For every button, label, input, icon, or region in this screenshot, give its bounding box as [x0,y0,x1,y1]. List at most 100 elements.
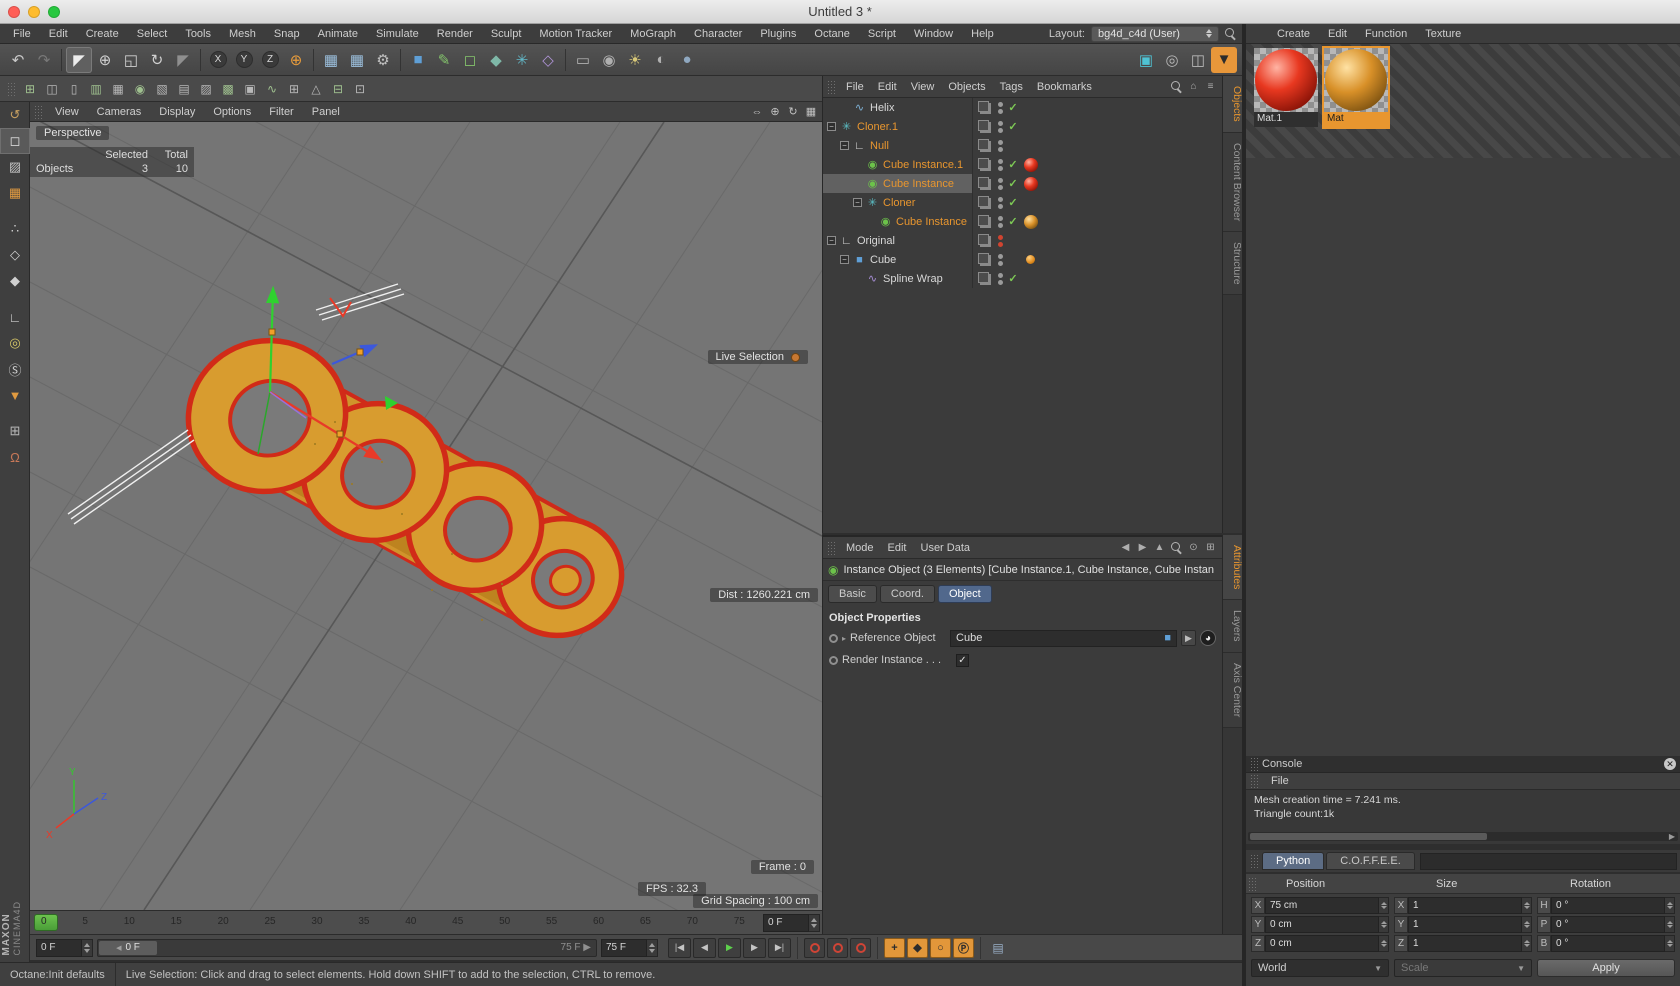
side-tab-axis-center[interactable]: Axis Center [1223,652,1243,729]
menu-simulate[interactable]: Simulate [367,28,428,40]
script-tab-python[interactable]: Python [1262,852,1325,870]
om-menu-bookmarks[interactable]: Bookmarks [1030,81,1099,93]
stepper[interactable] [1665,897,1675,914]
material-thumb[interactable] [1024,214,1038,229]
viewport-menu-options[interactable]: Options [204,106,260,118]
material-menu-edit[interactable]: Edit [1319,28,1356,40]
visibility-dots[interactable] [995,158,1005,171]
metaball-tool-icon[interactable]: ◉ [129,78,151,100]
layer-icon[interactable] [978,158,989,169]
coordinate-space-dropdown[interactable]: World ▼ [1251,959,1389,977]
current-frame-field[interactable]: 0 F [36,938,93,957]
material-menu-create[interactable]: Create [1268,28,1319,40]
weight-tool-icon[interactable]: △ [305,78,327,100]
history-back-icon[interactable]: ◀ [1117,540,1134,556]
new-panel-icon[interactable]: ⊞ [1202,540,1219,556]
lock-z-axis-icon[interactable]: Z [257,47,283,73]
lock-icon[interactable]: ⊙ [1185,540,1202,556]
save-scene-icon[interactable]: ▼ [1211,46,1237,73]
next-frame-button[interactable]: ▶ [743,937,766,958]
console-scrollbar[interactable]: ▶ [1248,832,1678,841]
material-preview[interactable] [1324,48,1388,112]
visibility-dots[interactable] [995,101,1005,114]
bezier-nurbs-icon[interactable]: ▣ [239,78,261,100]
viewport-menu-panel[interactable]: Panel [303,106,349,118]
coordinate-field[interactable]: 1 [1408,897,1522,914]
autokeying-button[interactable]: ◆ [907,937,928,958]
deformer-icon[interactable]: ◇ [535,47,561,73]
material-manager[interactable]: Mat.1 Mat [1246,44,1680,158]
scale-icon[interactable]: ◱ [118,47,144,73]
om-menu-view[interactable]: View [904,81,942,93]
visibility-dots[interactable] [995,139,1005,152]
current-frame-value[interactable]: 0 F [36,938,82,957]
interactive-render-region-icon[interactable]: ▣ [1133,47,1159,73]
reference-object-field[interactable]: Cube ■ [950,629,1177,647]
workplane-lock-icon[interactable]: ⊞ [0,418,30,444]
points-mode-icon[interactable]: ∴ [0,216,30,242]
material-menu-texture[interactable]: Texture [1416,28,1470,40]
timeline-ruler[interactable]: 0 5 10 15 20 25 30 35 40 45 50 55 60 65 70 75 0 F [30,910,822,934]
keyframe-dot-icon[interactable] [829,655,838,665]
script-tab-c-o-f-f-e-e[interactable]: C.O.F.F.E.E. [1326,852,1415,870]
panel-grip[interactable] [827,79,835,94]
viewport-menu-filter[interactable]: Filter [260,106,302,118]
coordinate-field[interactable]: 1 [1408,916,1522,933]
sky-icon[interactable]: ◐ [648,47,674,73]
object-row-cube-instance[interactable]: −◉Cube Instance✓ [823,174,1222,193]
stepper[interactable] [1665,935,1675,952]
snapshot-icon[interactable]: ◎ [1159,47,1185,73]
menu-character[interactable]: Character [685,28,751,40]
keyframe-dot-icon[interactable] [829,633,838,643]
visibility-dots[interactable] [995,234,1005,247]
viewport-menu-cameras[interactable]: Cameras [88,106,151,118]
menu-create[interactable]: Create [77,28,128,40]
object-row-original[interactable]: − ∟ Original [823,231,1222,250]
workplane-mode-icon[interactable]: ▦ [0,180,30,206]
lock-x-axis-icon[interactable]: X [205,47,231,73]
stepper[interactable] [1522,935,1532,952]
om-menu-objects[interactable]: Objects [941,81,992,93]
stepper[interactable] [1379,935,1389,952]
tree-expander[interactable]: − [840,141,849,150]
ruler-frame-field[interactable]: 0 F [763,913,820,932]
camera-icon[interactable]: ◉ [596,47,622,73]
scrollbar-thumb[interactable] [1250,833,1487,840]
extrude-nurbs-icon[interactable]: ▧ [151,78,173,100]
tree-expander[interactable]: − [853,198,862,207]
tree-expander[interactable]: − [840,255,849,264]
menu-sculpt[interactable]: Sculpt [482,28,531,40]
material-item[interactable]: Mat.1 [1254,48,1318,127]
search-icon[interactable] [1168,79,1185,95]
lathe-nurbs-icon[interactable]: ▤ [173,78,195,100]
stepper[interactable] [1665,916,1675,933]
snap-icon[interactable]: Ⓢ [0,356,30,382]
polygons-mode-icon[interactable]: ◆ [0,268,30,294]
render-settings-icon[interactable]: ⚙ [370,47,396,73]
record-scale-button[interactable] [827,937,848,958]
goto-start-button[interactable]: |◀ [668,937,691,958]
stepper[interactable] [809,913,820,932]
close-console-icon[interactable]: ✕ [1664,758,1676,770]
layer-icon[interactable] [978,253,989,264]
field-menu-button[interactable]: ▶ [1181,630,1196,646]
render-view-icon[interactable]: ▦ [318,47,344,73]
make-editable-icon[interactable]: ↺ [0,102,30,128]
object-row-cube-instance[interactable]: −◉Cube Instance✓ [823,212,1222,231]
menu-snap[interactable]: Snap [265,28,309,40]
add-cube-icon[interactable]: ■ [405,47,431,73]
stepper[interactable] [1522,916,1532,933]
visibility-dots[interactable] [995,215,1005,228]
menu-select[interactable]: Select [128,28,177,40]
enabled-check[interactable]: ✓ [1005,215,1021,228]
object-row-spline-wrap[interactable]: −∿Spline Wrap✓ [823,269,1222,288]
connect-tool-icon[interactable]: ▥ [85,78,107,100]
layer-icon[interactable] [978,215,989,226]
team-render-icon[interactable]: ◫ [1185,47,1211,73]
layer-icon[interactable] [978,120,989,131]
camera-label[interactable]: Perspective [36,126,110,140]
stepper[interactable] [1379,897,1389,914]
coordinate-field[interactable]: 0 cm [1265,916,1379,933]
menu-file[interactable]: File [4,28,40,40]
menu-mesh[interactable]: Mesh [220,28,265,40]
